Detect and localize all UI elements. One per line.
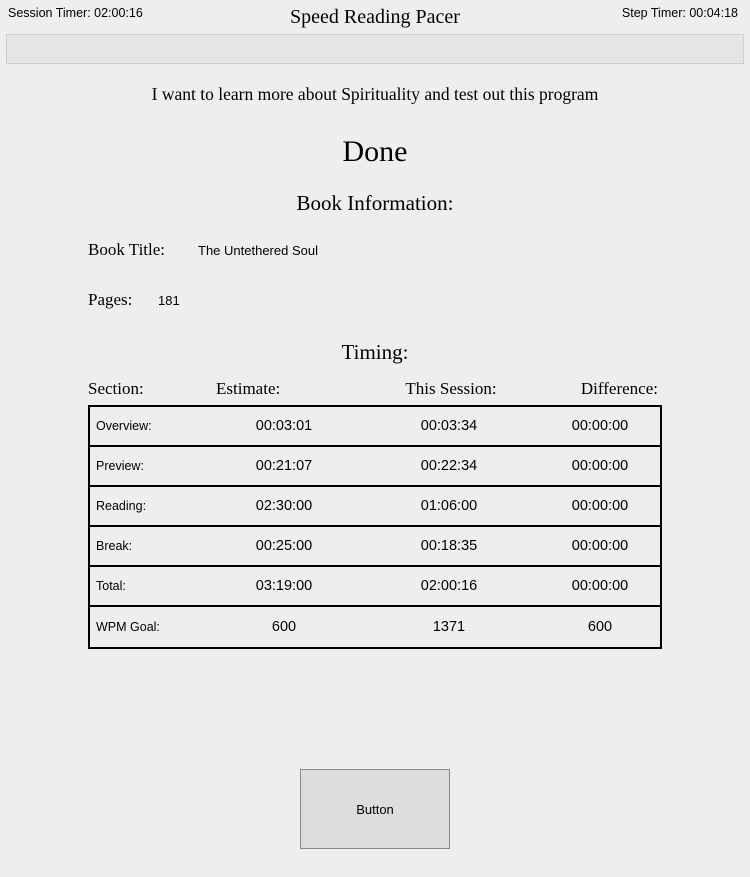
cell-difference: 600 (544, 619, 656, 635)
main-button[interactable]: Button (300, 769, 450, 849)
timing-table: Overview: 00:03:01 00:03:34 00:00:00 Pre… (88, 405, 662, 649)
timing-row-overview: Overview: 00:03:01 00:03:34 00:00:00 (90, 407, 660, 447)
progress-bar (6, 34, 744, 64)
book-pages-label: Pages: (88, 290, 158, 310)
session-timer-value: 02:00:16 (94, 6, 143, 20)
col-header-session: This Session: (356, 379, 546, 399)
cell-section: Overview: (94, 419, 214, 433)
cell-session: 00:03:34 (354, 418, 544, 434)
cell-estimate: 02:30:00 (214, 498, 354, 514)
cell-estimate: 00:21:07 (214, 458, 354, 474)
cell-difference: 00:00:00 (544, 578, 656, 594)
cell-estimate: 03:19:00 (214, 578, 354, 594)
book-pages-row: Pages: 181 (88, 290, 750, 310)
cell-section: WPM Goal: (94, 620, 214, 634)
cell-estimate: 00:25:00 (214, 538, 354, 554)
book-pages-value: 181 (158, 293, 180, 308)
cell-difference: 00:00:00 (544, 538, 656, 554)
cell-difference: 00:00:00 (544, 498, 656, 514)
cell-difference: 00:00:00 (544, 458, 656, 474)
button-wrap: Button (0, 769, 750, 849)
session-timer-label: Session Timer: (8, 6, 91, 20)
step-timer-value: 00:04:18 (689, 6, 738, 20)
book-title-row: Book Title: The Untethered Soul (88, 240, 750, 260)
timing-row-preview: Preview: 00:21:07 00:22:34 00:00:00 (90, 447, 660, 487)
timing-row-wpm: WPM Goal: 600 1371 600 (90, 607, 660, 647)
book-title-value: The Untethered Soul (198, 243, 318, 258)
cell-section: Preview: (94, 459, 214, 473)
col-header-section: Section: (88, 379, 216, 399)
timing-row-reading: Reading: 02:30:00 01:06:00 00:00:00 (90, 487, 660, 527)
cell-session: 00:22:34 (354, 458, 544, 474)
step-timer-label: Step Timer: (622, 6, 686, 20)
cell-section: Total: (94, 579, 214, 593)
cell-session: 00:18:35 (354, 538, 544, 554)
timing-area: Section: Estimate: This Session: Differe… (88, 379, 662, 649)
step-timer: Step Timer: 00:04:18 (622, 6, 738, 20)
cell-estimate: 00:03:01 (214, 418, 354, 434)
col-header-difference: Difference: (546, 379, 662, 399)
book-info-heading: Book Information: (0, 191, 750, 216)
session-timer: Session Timer: 02:00:16 (8, 6, 143, 20)
book-title-label: Book Title: (88, 240, 198, 260)
timing-header-row: Section: Estimate: This Session: Differe… (88, 379, 662, 399)
timing-heading: Timing: (0, 340, 750, 365)
purpose-statement: I want to learn more about Spirituality … (0, 84, 750, 105)
timing-row-total: Total: 03:19:00 02:00:16 00:00:00 (90, 567, 660, 607)
timing-row-break: Break: 00:25:00 00:18:35 00:00:00 (90, 527, 660, 567)
top-bar: Session Timer: 02:00:16 Speed Reading Pa… (0, 0, 750, 26)
cell-section: Reading: (94, 499, 214, 513)
cell-session: 01:06:00 (354, 498, 544, 514)
cell-estimate: 600 (214, 619, 354, 635)
cell-session: 1371 (354, 619, 544, 635)
book-info: Book Title: The Untethered Soul Pages: 1… (0, 240, 750, 310)
cell-section: Break: (94, 539, 214, 553)
done-heading: Done (0, 135, 750, 169)
cell-session: 02:00:16 (354, 578, 544, 594)
cell-difference: 00:00:00 (544, 418, 656, 434)
progress-bar-container (6, 34, 744, 64)
col-header-estimate: Estimate: (216, 379, 356, 399)
